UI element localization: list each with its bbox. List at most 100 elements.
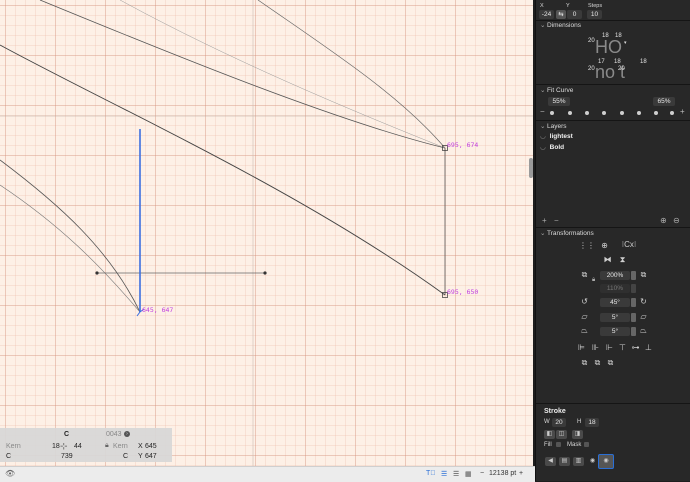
crosshair-icon[interactable]: ⊕ xyxy=(600,241,609,250)
flip-horizontal-icon[interactable]: ⧓ xyxy=(603,255,612,264)
fit-curve-left-input[interactable]: 55% xyxy=(548,97,570,106)
dim-value[interactable]: 20 xyxy=(618,66,625,72)
stroke-style-selected-icon[interactable]: ◉ xyxy=(598,454,614,469)
offset-y-input[interactable]: 0 xyxy=(567,10,582,19)
width-value[interactable]: 739 xyxy=(61,453,73,460)
stroke-height-input[interactable]: 18 xyxy=(585,418,599,427)
fit-curve-dot[interactable] xyxy=(568,111,572,115)
fit-curve-dot[interactable] xyxy=(654,111,658,115)
link-xy-toggle[interactable]: ⇆ xyxy=(556,10,566,19)
text-tool-icon[interactable]: T⃝ xyxy=(426,470,436,477)
eye-icon[interactable]: ◡ xyxy=(540,133,546,140)
fit-curve-header[interactable]: ⌄ Fit Curve xyxy=(540,86,573,94)
scale-input[interactable]: 200% xyxy=(600,271,630,280)
dim-value[interactable]: 20 xyxy=(588,66,595,72)
unicode-action-icon[interactable]: › xyxy=(124,431,130,438)
steps-input[interactable]: 10 xyxy=(587,10,602,19)
skew-input[interactable]: 5° xyxy=(600,327,630,336)
handle-left[interactable] xyxy=(95,271,99,275)
align-icon[interactable]: ☰ xyxy=(441,470,447,478)
outline-curve-middle[interactable] xyxy=(0,44,446,296)
stroke-style-2-icon[interactable]: ▤ xyxy=(559,457,570,466)
dim-value[interactable]: 18 xyxy=(602,33,609,39)
layers-header[interactable]: ⌄ Layers xyxy=(540,122,567,130)
slant-right-icon[interactable]: ▱ xyxy=(639,312,648,321)
fill-checkbox[interactable] xyxy=(556,442,561,447)
scale-stepper[interactable] xyxy=(631,271,636,280)
layer-item-bold[interactable]: ◡ Bold xyxy=(540,143,564,151)
stroke-align-center-icon[interactable]: ◫ xyxy=(556,430,567,439)
handle-right[interactable] xyxy=(263,271,267,275)
align-center-icon[interactable]: ⊪ xyxy=(591,343,600,352)
offset-x-input[interactable]: -24 xyxy=(539,10,554,19)
fit-curve-dot[interactable] xyxy=(637,111,641,115)
layer-item-lightest[interactable]: ◡ lightest xyxy=(540,132,573,140)
add-layer-button[interactable]: + xyxy=(542,216,547,225)
eye-icon[interactable]: 👁︎ xyxy=(5,469,15,478)
dropdown-arrow-icon[interactable]: ▾ xyxy=(624,40,627,46)
stroke-style-1-icon[interactable]: ◀ xyxy=(545,457,556,466)
path-union-icon[interactable]: ⧉ xyxy=(580,358,589,367)
right-group-glyph[interactable]: C xyxy=(123,453,128,460)
stroke-align-left-icon[interactable]: ◧ xyxy=(544,430,555,439)
outline-curve-inner-2[interactable] xyxy=(0,184,141,313)
skew-stepper[interactable] xyxy=(631,327,636,336)
slant-input[interactable]: 5° xyxy=(600,313,630,322)
fit-curve-dot[interactable] xyxy=(550,111,554,115)
fit-curve-dot[interactable] xyxy=(620,111,624,115)
fit-curve-dot[interactable] xyxy=(670,111,674,115)
anchor-grid-icon[interactable]: ⋮⋮ xyxy=(579,241,595,250)
slant-stepper[interactable] xyxy=(631,313,636,322)
scale-icon[interactable]: ⧉ xyxy=(580,270,589,279)
grid-icon[interactable]: ▦ xyxy=(465,470,472,478)
skew-right-icon[interactable]: ⏢ xyxy=(639,326,648,335)
glyph-canvas[interactable]: 695, 674 695, 650 645, 647 C 0043 › Kern… xyxy=(0,0,533,466)
dim-value[interactable]: 18 xyxy=(615,33,622,39)
align-bottom-icon[interactable]: ⊥ xyxy=(644,343,653,352)
fit-curve-dot[interactable] xyxy=(602,111,606,115)
rotate-left-icon[interactable]: ↺ xyxy=(580,297,589,306)
zoom-in-button[interactable]: + xyxy=(519,470,523,477)
metrics-icon[interactable]: ⁝Cx⁝ xyxy=(619,240,639,249)
path-intersect-icon[interactable]: ⧉ xyxy=(606,358,615,367)
dim-value[interactable]: 17 xyxy=(598,59,605,65)
lock-icon[interactable]: 🔒︎ xyxy=(105,442,109,450)
slant-left-icon[interactable]: ▱ xyxy=(580,312,589,321)
fit-curve-dot[interactable] xyxy=(585,111,589,115)
outline-curve-inner[interactable] xyxy=(0,159,141,313)
stroke-style-4-icon[interactable]: ◉ xyxy=(587,457,598,466)
left-group-glyph[interactable]: C xyxy=(6,453,11,460)
mask-checkbox[interactable] xyxy=(584,442,589,447)
layer-menu-icon[interactable]: ⊖ xyxy=(673,216,680,225)
zoom-level[interactable]: 12138 pt xyxy=(489,470,516,477)
outline-curve-outer-2[interactable] xyxy=(257,0,446,149)
vertical-scrollbar[interactable] xyxy=(529,158,533,178)
dim-value[interactable]: 20 xyxy=(588,38,595,44)
transformations-header[interactable]: ⌄ Transformations xyxy=(540,229,594,237)
lock-icon[interactable]: 🔒︎ xyxy=(592,277,595,284)
align-left-icon[interactable]: ⊫ xyxy=(577,343,586,352)
outline-curve-middle-thin[interactable] xyxy=(119,0,446,149)
eye-icon[interactable]: ◡ xyxy=(540,144,546,151)
rotate-input[interactable]: 45° xyxy=(600,298,630,307)
outline-curve-outer[interactable] xyxy=(39,0,446,149)
stroke-align-right-icon[interactable]: ◨ xyxy=(572,430,583,439)
layer-options-icon[interactable]: ⊕ xyxy=(660,216,667,225)
stroke-style-3-icon[interactable]: ▥ xyxy=(573,457,584,466)
y-value[interactable]: 647 xyxy=(145,453,157,460)
list-icon[interactable]: ☰ xyxy=(453,470,459,478)
glyph-width[interactable]: 44 xyxy=(74,443,82,450)
path-subtract-icon[interactable]: ⧉ xyxy=(593,358,602,367)
fit-curve-minus-button[interactable]: − xyxy=(540,107,545,116)
scale-y-input[interactable]: 110% xyxy=(600,284,630,293)
fit-curve-right-input[interactable]: 65% xyxy=(653,97,675,106)
dim-value[interactable]: 18 xyxy=(640,59,647,65)
remove-layer-button[interactable]: − xyxy=(554,216,559,225)
x-value[interactable]: 645 xyxy=(145,443,157,450)
flip-vertical-icon[interactable]: ⧗ xyxy=(618,255,627,264)
zoom-out-button[interactable]: − xyxy=(480,470,484,477)
fit-curve-plus-button[interactable]: + xyxy=(680,107,685,116)
dim-value[interactable]: 18 xyxy=(614,59,621,65)
align-middle-icon[interactable]: ⊶ xyxy=(631,343,640,352)
dimensions-header[interactable]: ⌄ Dimensions xyxy=(540,21,581,29)
